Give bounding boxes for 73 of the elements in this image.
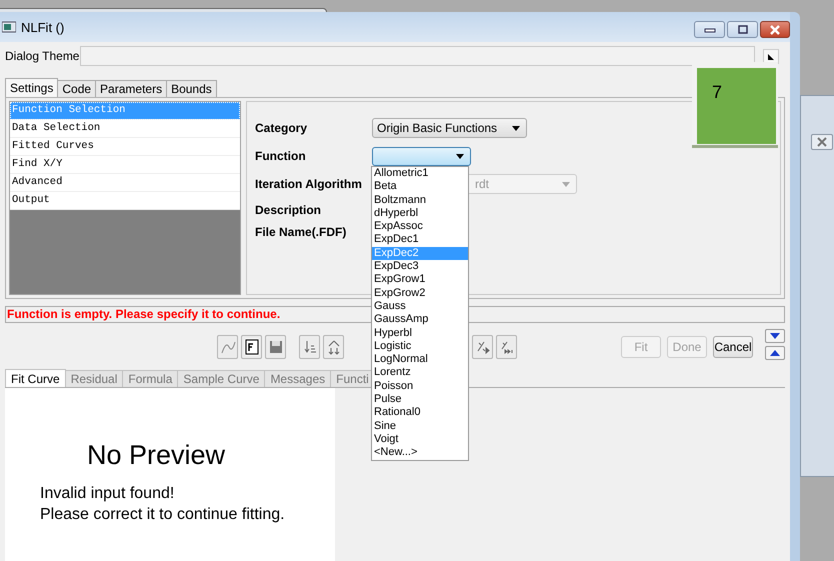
function-option[interactable]: Gauss [372,300,468,314]
iteration-algorithm-label: Iteration Algorithm [255,177,363,191]
caret-icon [562,182,570,186]
function-option[interactable]: dHyperbl [372,206,468,220]
save-icon[interactable] [265,335,286,359]
tab[interactable]: Fit Curve [5,369,66,387]
function-option[interactable]: ExpDec3 [372,260,468,274]
function-option[interactable]: ExpDec1 [372,233,468,247]
tree-item[interactable]: Find X/Y [10,156,240,174]
function-option[interactable]: ExpAssoc [372,220,468,234]
tab[interactable]: Settings [5,78,58,97]
up-arrow-icon [770,350,780,356]
tree-arrows-icon[interactable] [323,335,344,359]
tab[interactable]: Parameters [95,80,168,97]
maximize-button[interactable] [727,21,758,38]
step-icon[interactable] [472,335,493,359]
description-label: Description [255,202,322,216]
function-option[interactable]: ExpGrow2 [372,286,468,300]
function-option[interactable]: LogNormal [372,353,468,366]
corner-arrow-icon [768,54,774,60]
category-combo[interactable]: Origin Basic Functions [372,118,527,138]
function-option[interactable]: Logistic [372,340,468,354]
preview-title: No Preview [87,440,226,471]
theme-field[interactable] [80,46,755,66]
theme-button[interactable] [763,48,779,64]
file-name-label: File Name(.FDF) [255,225,348,239]
function-option[interactable]: GaussAmp [372,313,468,327]
category-label: Category [255,121,308,135]
tree-item[interactable]: Fitted Curves [10,138,240,156]
function-option[interactable]: Sine [372,420,468,433]
function-option[interactable]: Pulse [372,393,468,406]
tab[interactable]: Sample Curve [177,370,266,387]
function-option[interactable]: ExpGrow1 [372,273,468,287]
function-file-icon[interactable] [241,335,262,359]
close-button[interactable] [760,21,790,38]
down-arrow-icon [770,332,780,338]
function-option[interactable]: <New...> [372,446,468,460]
scroll-up-button[interactable] [765,346,785,360]
function-option[interactable]: Beta [372,180,468,194]
tab[interactable]: Code [57,80,96,97]
fast-forward-icon[interactable] [496,335,517,359]
function-option[interactable]: Hyperbl [372,326,468,340]
tree-item[interactable]: Output [10,192,240,210]
maximize-icon [736,24,748,34]
number-badge: 7 [697,68,776,144]
caret-icon [512,126,520,130]
tab[interactable]: Formula [122,370,178,387]
close-button[interactable] [811,134,833,150]
scroll-down-button[interactable] [765,328,785,342]
dialog-theme-label: Dialog Theme [5,49,80,63]
sort-down-icon[interactable] [299,335,320,359]
function-option[interactable]: Lorentz [372,366,468,380]
function-option[interactable]: Boltzmann [372,194,468,207]
tab[interactable]: Bounds [166,80,217,97]
function-combo[interactable] [372,146,471,166]
app-icon [2,21,16,33]
function-option[interactable]: Rational0 [372,406,468,420]
window-title: NLFit () [21,20,64,34]
tab[interactable]: Messages [264,370,332,387]
close-icon [816,137,828,147]
function-label: Function [255,149,307,163]
function-option[interactable]: Voigt [372,432,468,446]
function-option[interactable]: Poisson [372,380,468,394]
caret-icon [456,154,464,158]
tab[interactable]: Residual [64,370,124,387]
close-icon [768,24,782,34]
preview-message: Please correct it to continue fitting. [40,505,286,525]
minimize-button[interactable] [694,21,725,38]
minimize-icon [704,26,716,32]
tree-item[interactable]: Advanced [10,174,240,192]
action-button[interactable]: Cancel [713,336,753,358]
preview-message: Invalid input found! [40,484,176,504]
tree-item[interactable]: Data Selection [10,120,240,138]
